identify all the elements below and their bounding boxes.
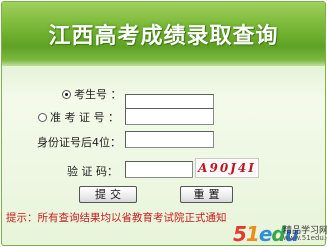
exam-no-label: 考生号 ： [74, 88, 122, 101]
notice-text: 提示：所有查询结果均以省教育考试院正式通知 [6, 212, 227, 224]
page-title: 江西高考成绩录取查询 [48, 24, 279, 49]
reset-button[interactable]: 重置 [180, 186, 233, 203]
submit-button[interactable]: 提交 [79, 186, 137, 203]
watermark-url: www.51edu.com [283, 234, 327, 242]
admission-no-radio[interactable] [38, 113, 47, 122]
captcha-label: 验 证 码： [67, 165, 118, 178]
id-last4-input[interactable] [125, 131, 214, 148]
id-last4-label: 身份证号后4位： [37, 136, 121, 149]
admission-no-label: 准 考 证 号 ： [50, 111, 119, 124]
admission-no-input[interactable] [125, 108, 214, 125]
site-watermark: 51edu 精品学习网 www.51edu.com [233, 218, 327, 247]
captcha-input[interactable] [125, 161, 193, 178]
exam-no-radio[interactable] [62, 90, 71, 99]
header-banner: 江西高考成绩录取查询 [2, 2, 325, 66]
captcha-image[interactable]: A90J4I [195, 158, 259, 178]
